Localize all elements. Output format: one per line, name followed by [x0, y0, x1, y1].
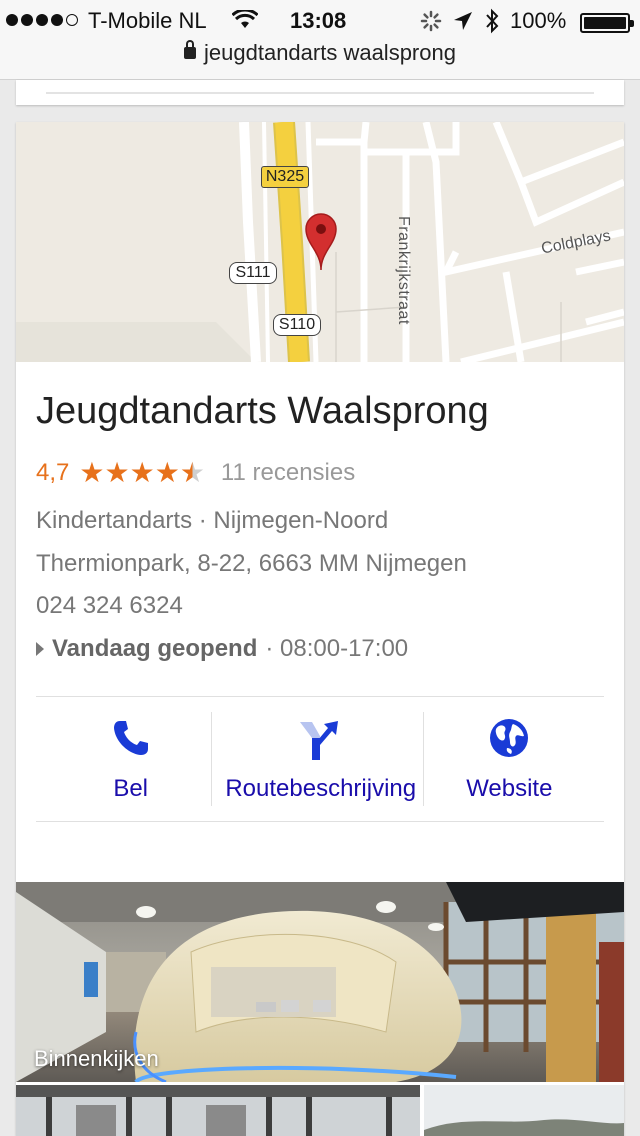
lock-icon: [184, 40, 197, 59]
photo-label: Binnenkijken: [34, 1046, 159, 1071]
map[interactable]: N325 S111 S110 Frankrijkstraat Coldplays: [16, 122, 624, 362]
call-button[interactable]: Bel: [36, 712, 225, 806]
divider: [211, 712, 212, 806]
status-bar: T-Mobile NL 13:08 100% jeugdtandarts waa…: [0, 0, 640, 80]
wifi-icon: [231, 8, 259, 36]
carrier-name: T-Mobile NL: [88, 8, 207, 33]
star-half-icon: ★: [179, 457, 205, 488]
place-card: N325 S111 S110 Frankrijkstraat Coldplays…: [16, 122, 624, 1136]
place-address: Thermionpark, 8-22, 6663 MM Nijmegen: [36, 550, 467, 577]
phone-icon: [111, 718, 151, 765]
globe-icon: [489, 718, 529, 765]
website-label: Website: [466, 775, 553, 802]
road-shield-s110: S110: [273, 314, 321, 336]
hours-range: · 08:00-17:00: [265, 635, 409, 662]
directions-button[interactable]: Routebeschrijving: [225, 712, 417, 806]
star-icon: ★: [79, 457, 105, 488]
place-category: Kindertandarts · Nijmegen-Noord: [36, 507, 389, 534]
road-shield-n325: N325: [261, 166, 309, 188]
battery-icon: [580, 13, 634, 33]
divider: [36, 696, 604, 697]
rating-stars: ★ ★ ★ ★ ★: [79, 459, 205, 487]
divider: [423, 712, 424, 806]
signal-strength-icon: [6, 14, 78, 26]
rating-row[interactable]: 4,7 ★ ★ ★ ★ ★ 11 recensies: [36, 459, 355, 487]
hours-status: Vandaag geopend: [52, 635, 258, 662]
photo-thumbnail[interactable]: [16, 1085, 420, 1136]
divider: [36, 821, 604, 822]
directions-label: Routebeschrijving: [225, 775, 417, 802]
photo-thumbnail[interactable]: [424, 1085, 624, 1136]
place-phone: 024 324 6324: [36, 592, 183, 619]
directions-icon: [298, 718, 342, 769]
url-bar[interactable]: jeugdtandarts waalsprong: [0, 40, 640, 70]
star-icon: ★: [129, 457, 155, 488]
action-bar: Bel Routebeschrijving Website: [36, 712, 604, 806]
clock: 13:08: [290, 8, 347, 33]
website-button[interactable]: Website: [415, 712, 604, 806]
star-icon: ★: [154, 457, 180, 488]
previous-card: [16, 80, 624, 105]
reviews-link[interactable]: 11 recensies: [221, 459, 355, 487]
interior-photo[interactable]: Binnenkijken: [16, 882, 624, 1082]
call-label: Bel: [113, 775, 148, 802]
star-icon: ★: [104, 457, 130, 488]
expand-triangle-icon: [36, 642, 44, 656]
opening-hours[interactable]: Vandaag geopend · 08:00-17:00: [36, 635, 408, 663]
road-shield-s111: S111: [229, 262, 277, 284]
url-text: jeugdtandarts waalsprong: [204, 40, 456, 65]
street-label-frankrijkstraat: Frankrijkstraat: [395, 216, 412, 325]
location-arrow-icon: [452, 10, 474, 38]
bluetooth-icon: [484, 8, 500, 40]
place-title: Jeugdtandarts Waalsprong: [36, 390, 489, 432]
activity-spinner-icon: [420, 10, 442, 38]
rating-score: 4,7: [36, 459, 70, 486]
battery-percentage: 100%: [510, 8, 567, 33]
